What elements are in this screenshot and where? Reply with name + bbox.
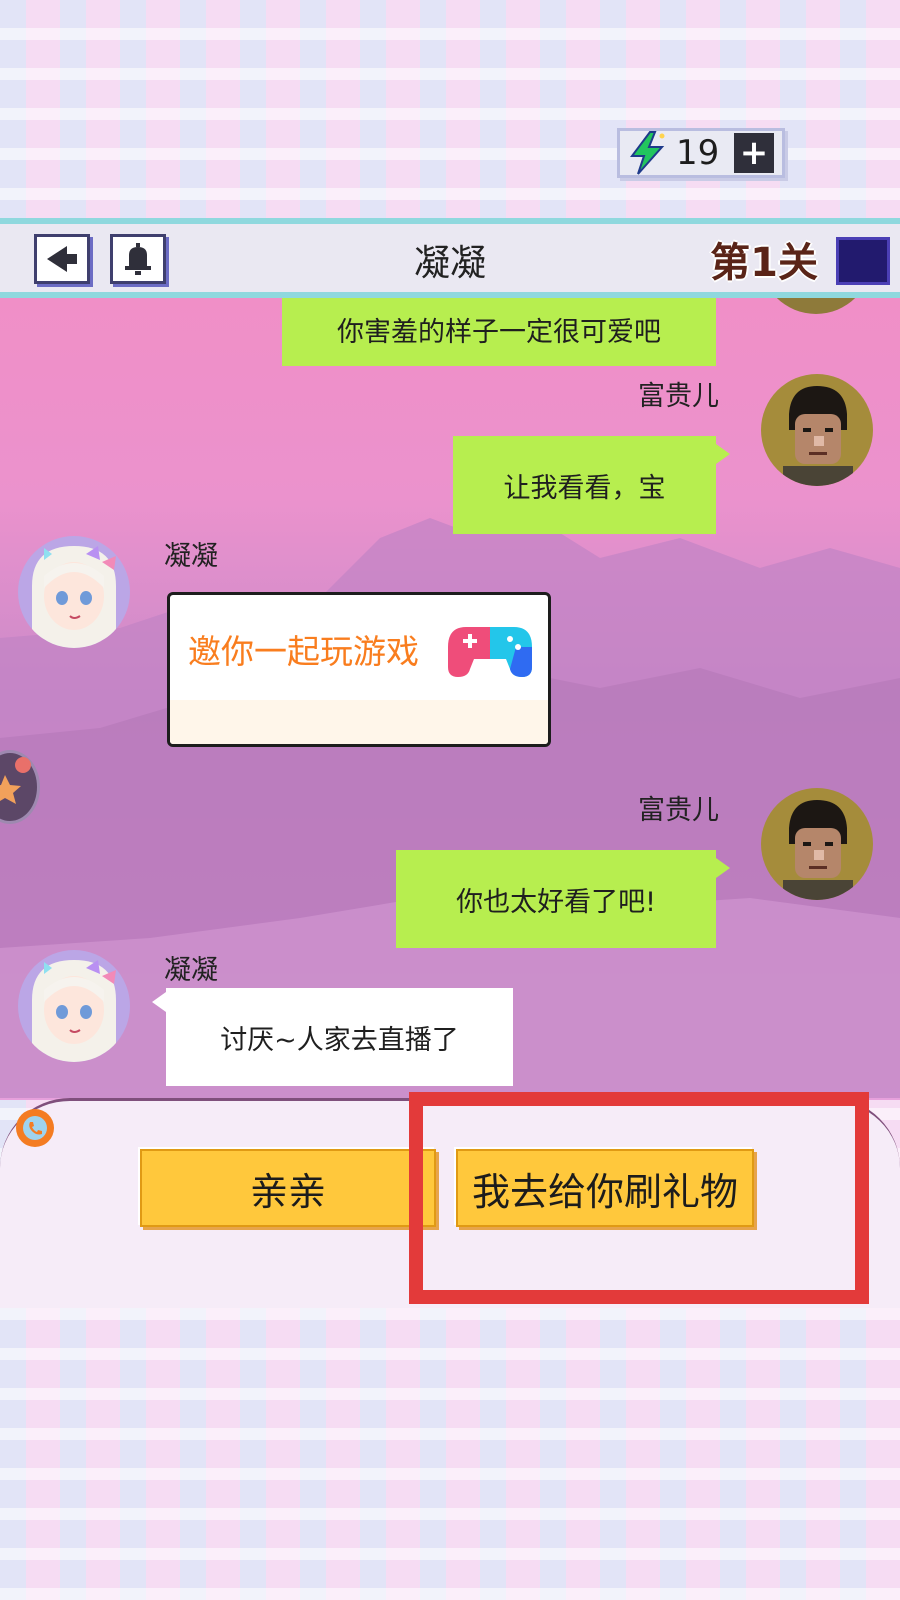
- message-text: 让我看看，宝: [503, 472, 666, 504]
- top-bar: 凝凝 第1关: [0, 218, 900, 298]
- bubble-tail: [716, 444, 730, 464]
- plus-icon: +: [739, 133, 769, 173]
- message-text: 讨厌~人家去直播了: [220, 1024, 459, 1056]
- energy-counter: 19 +: [617, 128, 785, 178]
- card-footer: [170, 700, 548, 744]
- game-invite-text: 邀你一起玩游戏: [188, 632, 419, 671]
- reply-option-label: 亲亲: [249, 1169, 326, 1214]
- highlight-box: [409, 1092, 869, 1304]
- side-star-badge[interactable]: [0, 750, 40, 824]
- phone-glyph-icon: [23, 1116, 47, 1140]
- my-message-bubble: 让我看看，宝: [453, 436, 716, 534]
- avatar-ningning: [18, 536, 130, 648]
- add-energy-button[interactable]: +: [734, 133, 774, 173]
- message-text: 你也太好看了吧!: [456, 886, 656, 918]
- sender-name: 凝凝: [164, 541, 218, 572]
- energy-value: 19: [676, 133, 720, 173]
- sender-name: 富贵儿: [638, 381, 719, 412]
- game-invite-card[interactable]: 邀你一起玩游戏: [167, 592, 551, 747]
- chat-area[interactable]: 你害羞的样子一定很可爱吧 富贵儿 让我看看，宝 凝凝 邀你一起玩游戏 富贵儿 你…: [0, 298, 900, 1100]
- bubble-tail: [716, 858, 730, 878]
- star-icon: [0, 757, 31, 804]
- avatar-ningning: [18, 950, 130, 1062]
- avatar-fuguier-partial: [760, 298, 872, 314]
- my-message-bubble: 你害羞的样子一定很可爱吧: [282, 298, 716, 366]
- my-message-bubble: 你也太好看了吧!: [396, 850, 716, 948]
- sender-name: 凝凝: [164, 955, 218, 986]
- avatar-fuguier: [761, 788, 873, 900]
- game-screen: 19 + 凝凝 第1关 你害羞的样子一定很可爱吧 富贵儿 让我看看，宝 凝凝 邀…: [0, 0, 900, 1600]
- avatar-fuguier: [761, 374, 873, 486]
- bubble-tail: [152, 992, 166, 1012]
- gamepad-icon: [448, 627, 532, 677]
- phone-icon[interactable]: [16, 1109, 54, 1147]
- message-text: 你害羞的样子一定很可爱吧: [337, 316, 661, 348]
- level-indicator: [836, 237, 890, 285]
- lightning-icon: [630, 131, 665, 175]
- her-message-bubble: 讨厌~人家去直播了: [166, 988, 513, 1086]
- reply-option-kiss-button[interactable]: 亲亲: [140, 1149, 436, 1227]
- sender-name: 富贵儿: [638, 795, 719, 826]
- level-label: 第1关: [710, 240, 818, 286]
